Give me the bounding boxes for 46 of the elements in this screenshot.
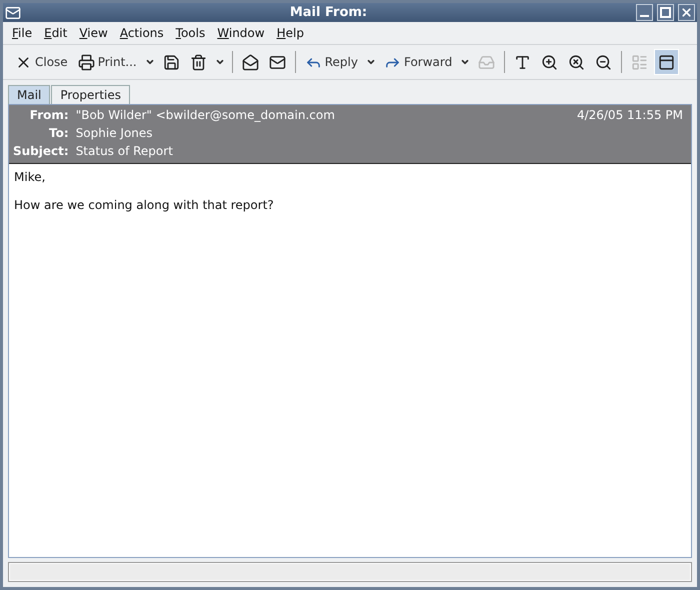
list-layout-icon: [631, 54, 648, 70]
close-icon: [680, 6, 693, 19]
close-window-button[interactable]: [678, 4, 695, 21]
menu-item[interactable]: View: [74, 25, 113, 41]
field-value: Sophie Jones: [76, 126, 154, 140]
tab[interactable]: Mail: [8, 85, 50, 104]
menu-item[interactable]: File: [7, 25, 38, 41]
close-button[interactable]: Close: [11, 49, 72, 75]
zoom-out-icon: [595, 54, 612, 70]
message-text: How are we coming along with that report?: [14, 198, 275, 212]
message-text: Mike,: [14, 170, 46, 184]
message-date: 4/26/05 11:55 PM: [576, 108, 683, 122]
window-title: Mail From:: [288, 5, 368, 20]
minimize-icon: [640, 15, 649, 17]
printer-icon: [78, 54, 95, 70]
menu-item[interactable]: Window: [212, 25, 270, 41]
print-button[interactable]: Print...: [74, 49, 141, 75]
tab[interactable]: Properties: [51, 85, 130, 104]
trash-can-icon: [190, 54, 207, 70]
window-layout-icon: [658, 54, 676, 70]
caret-icon: [144, 57, 155, 67]
reply-button[interactable]: Reply: [300, 49, 362, 75]
menu-item[interactable]: Help: [272, 25, 309, 41]
field-label: To:: [48, 126, 69, 140]
caret-icon: [366, 57, 376, 67]
field-label: Subject:: [13, 144, 69, 158]
preview-button[interactable]: [654, 49, 680, 75]
forward-button[interactable]: Forward: [380, 49, 456, 75]
minimize-button[interactable]: [636, 4, 653, 21]
field-value: Status of Report: [76, 144, 174, 158]
envelope-icon: [242, 54, 259, 70]
font-icon: [514, 54, 532, 70]
menu-item[interactable]: Actions: [114, 25, 169, 41]
menu-item[interactable]: Tools: [170, 25, 210, 41]
maximize-icon: [660, 7, 671, 18]
menu-item[interactable]: Edit: [39, 25, 72, 41]
caret-icon: [460, 57, 470, 67]
tray-icon: [478, 54, 496, 70]
maximize-button[interactable]: [657, 4, 674, 21]
envelope-icon: [268, 54, 286, 70]
field-value: "Bob Wilder" <bwilder@some_domain.com: [76, 108, 336, 122]
zoom-reset-icon: [568, 54, 586, 70]
field-label: From:: [28, 108, 69, 122]
mail-app-icon: [5, 4, 21, 20]
zoom-in-icon: [541, 54, 558, 70]
caret-icon: [214, 57, 225, 67]
